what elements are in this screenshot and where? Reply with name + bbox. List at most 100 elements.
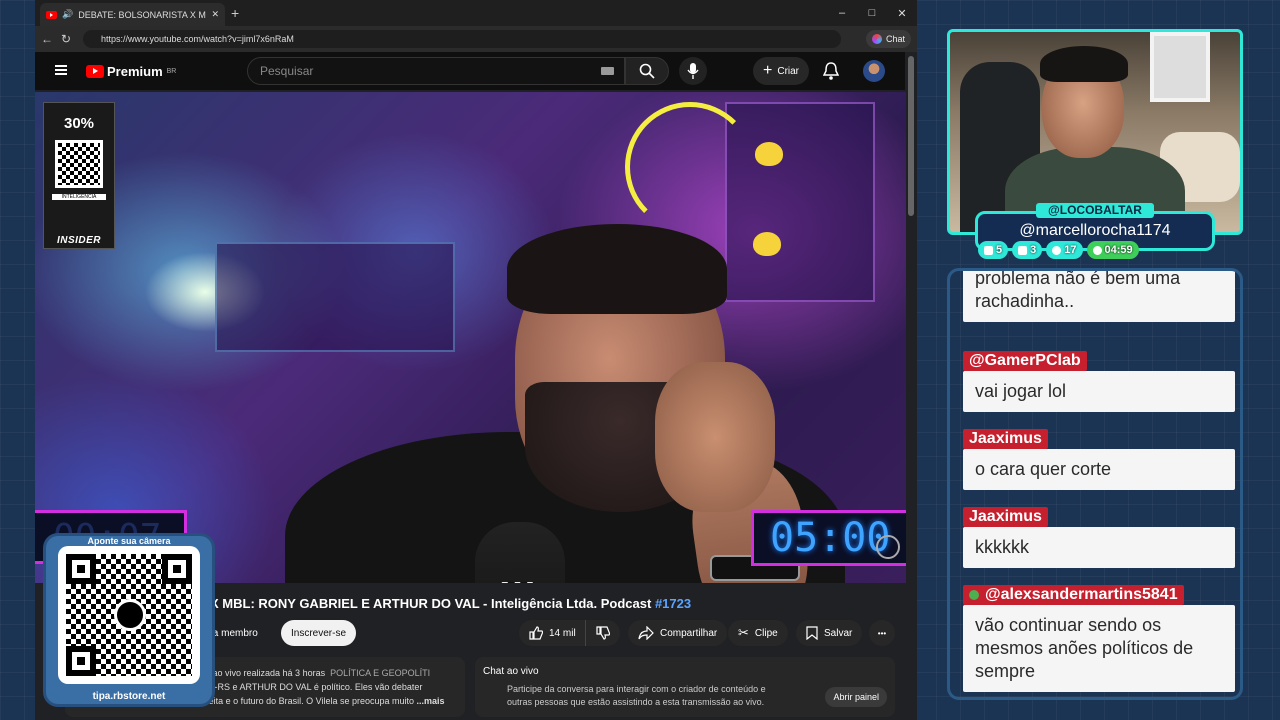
bookmark-icon: [806, 626, 818, 640]
search-button[interactable]: [625, 57, 669, 85]
copilot-icon: [871, 34, 882, 44]
live-chat-text: Participe da conversa para interagir com…: [507, 684, 766, 707]
live-chat-box: Chat ao vivo Participe da conversa para …: [475, 657, 895, 717]
chat-author: @GamerPClab: [963, 351, 1087, 371]
streamer-hair: [1040, 46, 1128, 82]
page-scrollbar[interactable]: [908, 56, 914, 216]
window-controls: – □ ✕: [827, 0, 917, 26]
youtube-favicon-icon: [46, 10, 57, 19]
chat-label: Chat: [885, 34, 905, 44]
share-button[interactable]: Compartilhar: [628, 620, 728, 646]
video-hashtag[interactable]: #1723: [655, 596, 691, 611]
video-player[interactable]: 30% INTELIGÊNCIA INSIDER 00:07 05:00: [35, 92, 906, 583]
host-hair: [507, 224, 727, 314]
brain-logo-icon: [876, 535, 900, 559]
voice-search-button[interactable]: [679, 57, 707, 85]
browser-tab[interactable]: 🔊 DEBATE: BOLSONARISTA X MI ✕: [40, 3, 225, 26]
tab-close-icon[interactable]: ✕: [211, 9, 219, 20]
save-label: Salvar: [824, 627, 853, 639]
thumbs-up-icon: [529, 626, 543, 640]
minimize-button[interactable]: –: [827, 0, 857, 26]
timer-stat-value: 04:59: [1104, 244, 1133, 256]
streamer-username: @marcellorocha1174: [1019, 222, 1171, 239]
qr-overlay: Aponte sua câmera tipa.rbstore.net: [46, 536, 212, 704]
desc-line: im-RS e ARTHUR DO VAL é político. Eles v…: [205, 682, 423, 692]
link-icon: [1052, 245, 1062, 255]
desc-more-link[interactable]: ...mais: [417, 696, 445, 706]
whatsapp-icon: [1092, 245, 1102, 255]
right-timer: 05:00: [751, 510, 906, 566]
logo-text: Premium: [107, 64, 163, 79]
maximize-button[interactable]: □: [857, 0, 887, 26]
live-chat-title: Chat ao vivo: [483, 666, 539, 677]
webcam-window: [1150, 32, 1210, 102]
ad-label: INTELIGÊNCIA: [52, 194, 106, 200]
like-count: 14 mil: [549, 627, 576, 639]
chat-author: @alexsandermartins5841: [963, 585, 1184, 605]
back-icon[interactable]: ←: [41, 32, 53, 46]
member-badge-icon: [969, 589, 979, 600]
subscribe-button[interactable]: Inscrever-se: [281, 620, 357, 646]
region-code: BR: [166, 68, 177, 75]
account-avatar[interactable]: [863, 60, 885, 82]
share-label: Compartilhar: [660, 627, 718, 639]
chat-message: @GamerPClab vai jogar lol: [963, 351, 1235, 412]
open-panel-button[interactable]: Abrir painel: [825, 687, 887, 707]
chat-stat-value: 5: [996, 244, 1003, 256]
chat-message-text: vai jogar lol: [963, 371, 1235, 412]
address-bar[interactable]: https://www.youtube.com/watch?v=jiml7x6n…: [83, 30, 841, 48]
youtube-logo[interactable]: Premium BR: [86, 64, 176, 79]
stream-chat-panel: problema não é bem uma rachadinha.. @Gam…: [947, 268, 1243, 700]
plus-icon: +: [763, 62, 773, 79]
play-stat: 3: [1012, 241, 1043, 259]
save-button[interactable]: Salvar: [796, 620, 863, 646]
notifications-bell-icon[interactable]: [823, 62, 839, 80]
browser-chat-button[interactable]: Chat: [865, 30, 911, 48]
tab-title: DEBATE: BOLSONARISTA X MI: [78, 9, 207, 20]
clip-button[interactable]: ✂ Clipe: [728, 620, 788, 646]
chat-message: @alexsandermartins5841 vão continuar sen…: [963, 585, 1235, 692]
address-toolbar: ← ↻ https://www.youtube.com/watch?v=jiml…: [35, 26, 917, 52]
channel-handle: @LOCOBALTAR: [1036, 203, 1154, 218]
desc-meta: o ao vivo realizada há 3 horas: [205, 668, 326, 678]
podcast-microphone: [475, 522, 565, 583]
thumbs-down-icon: [596, 626, 610, 640]
link-stat-value: 17: [1064, 244, 1077, 256]
chat-message: problema não é bem uma rachadinha..: [963, 271, 1235, 322]
close-window-button[interactable]: ✕: [887, 0, 917, 26]
chat-author-name: @alexsandermartins5841: [985, 586, 1178, 603]
url-text: https://www.youtube.com/watch?v=jiml7x6n…: [101, 34, 294, 44]
stream-stats: 5 3 17 04:59: [978, 241, 1139, 259]
qr-card: [58, 546, 200, 684]
more-actions-button[interactable]: •••: [869, 620, 895, 646]
new-tab-button[interactable]: +: [231, 5, 239, 21]
right-timer-value: 05:00: [770, 515, 891, 561]
chat-message: Jaaximus kkkkkk: [963, 507, 1235, 568]
chat-message-text: o cara quer corte: [963, 449, 1235, 490]
create-button[interactable]: + Criar: [753, 57, 810, 85]
chat-message: Jaaximus o cara quer corte: [963, 429, 1235, 490]
ad-qr-code: [55, 140, 103, 188]
youtube-header: Premium BR Pesquisar + Criar: [35, 52, 905, 90]
keyboard-icon[interactable]: [601, 67, 614, 75]
join-label: eja membro: [205, 627, 258, 639]
menu-icon[interactable]: [55, 65, 67, 75]
reload-icon[interactable]: ↻: [61, 32, 71, 46]
chat-message-text: vão continuar sendo os mesmos anões polí…: [963, 605, 1235, 692]
tab-bar: 🔊 DEBATE: BOLSONARISTA X MI ✕ + – □ ✕: [35, 0, 917, 26]
dislike-button[interactable]: [585, 620, 620, 646]
like-button[interactable]: 14 mil: [519, 620, 586, 646]
chat-message-text: problema não é bem uma rachadinha..: [963, 271, 1235, 322]
chat-author: Jaaximus: [963, 507, 1048, 527]
chat-stat: 5: [978, 241, 1009, 259]
qr-caption: Aponte sua câmera: [87, 536, 171, 546]
desc-category[interactable]: POLÍTICA E GEOPOLÍTI: [330, 668, 430, 678]
qr-corner: [66, 554, 96, 584]
search-input[interactable]: Pesquisar: [247, 57, 625, 85]
ad-brand: INSIDER: [56, 235, 102, 246]
speaker-icon[interactable]: 🔊: [62, 9, 73, 20]
qr-url: tipa.rbstore.net: [92, 691, 166, 702]
search-placeholder: Pesquisar: [260, 64, 314, 78]
youtube-logo-icon: [86, 65, 104, 78]
play-icon: [1018, 245, 1028, 255]
